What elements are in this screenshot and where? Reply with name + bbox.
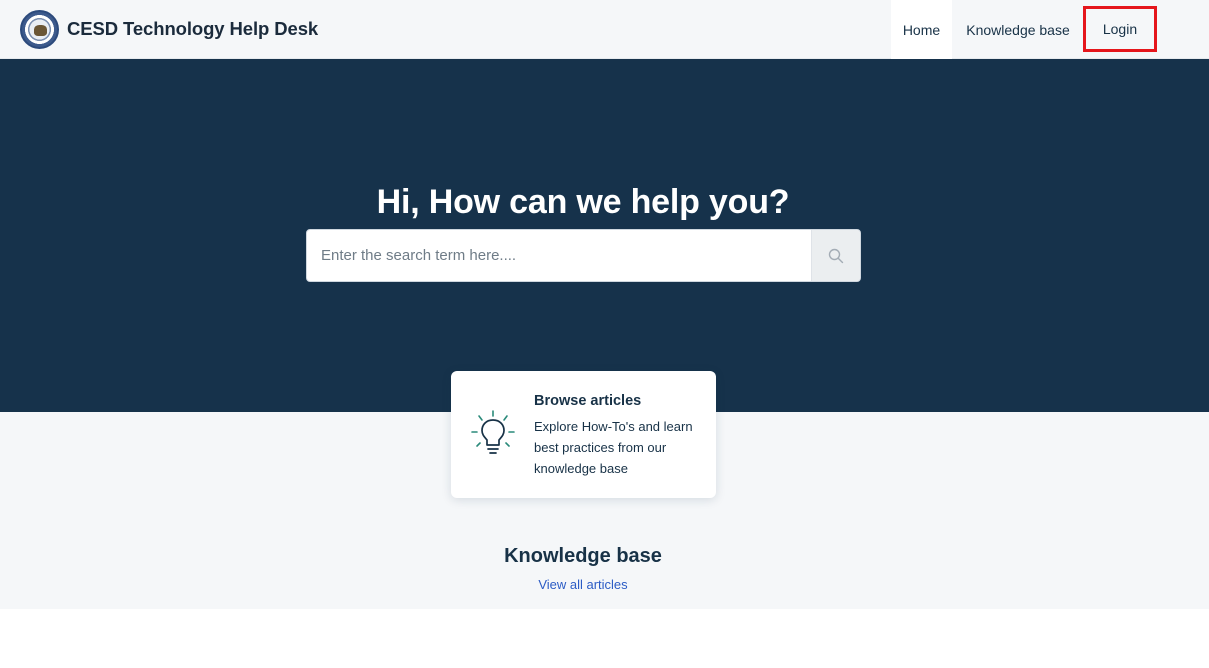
search-button[interactable] bbox=[811, 230, 860, 281]
knowledge-base-heading: Knowledge base bbox=[504, 545, 662, 567]
card-title: Browse articles bbox=[534, 393, 642, 409]
hero-title: Hi, How can we help you? bbox=[376, 183, 790, 221]
lightbulb-icon bbox=[471, 410, 515, 454]
nav-home-link[interactable]: Home bbox=[891, 0, 952, 59]
nav-knowledge-base-link[interactable]: Knowledge base bbox=[954, 0, 1082, 59]
card-description: Explore How-To's and learn best practice… bbox=[534, 419, 693, 476]
view-all-articles-link[interactable]: View all articles bbox=[0, 577, 1166, 592]
nav-login-link[interactable]: Login bbox=[1083, 6, 1157, 52]
school-logo-icon[interactable] bbox=[20, 9, 59, 49]
hero-banner: Hi, How can we help you? bbox=[0, 59, 1209, 412]
brand-name[interactable]: CESD Technology Help Desk bbox=[67, 18, 318, 40]
search-input[interactable] bbox=[307, 230, 812, 281]
browse-articles-card[interactable]: Browse articles Explore How-To's and lea… bbox=[451, 371, 716, 498]
search-bar bbox=[306, 229, 861, 282]
brand[interactable]: CESD Technology Help Desk bbox=[20, 9, 318, 49]
top-navigation-bar: CESD Technology Help Desk Home Knowledge… bbox=[0, 0, 1209, 59]
search-icon bbox=[828, 248, 844, 263]
